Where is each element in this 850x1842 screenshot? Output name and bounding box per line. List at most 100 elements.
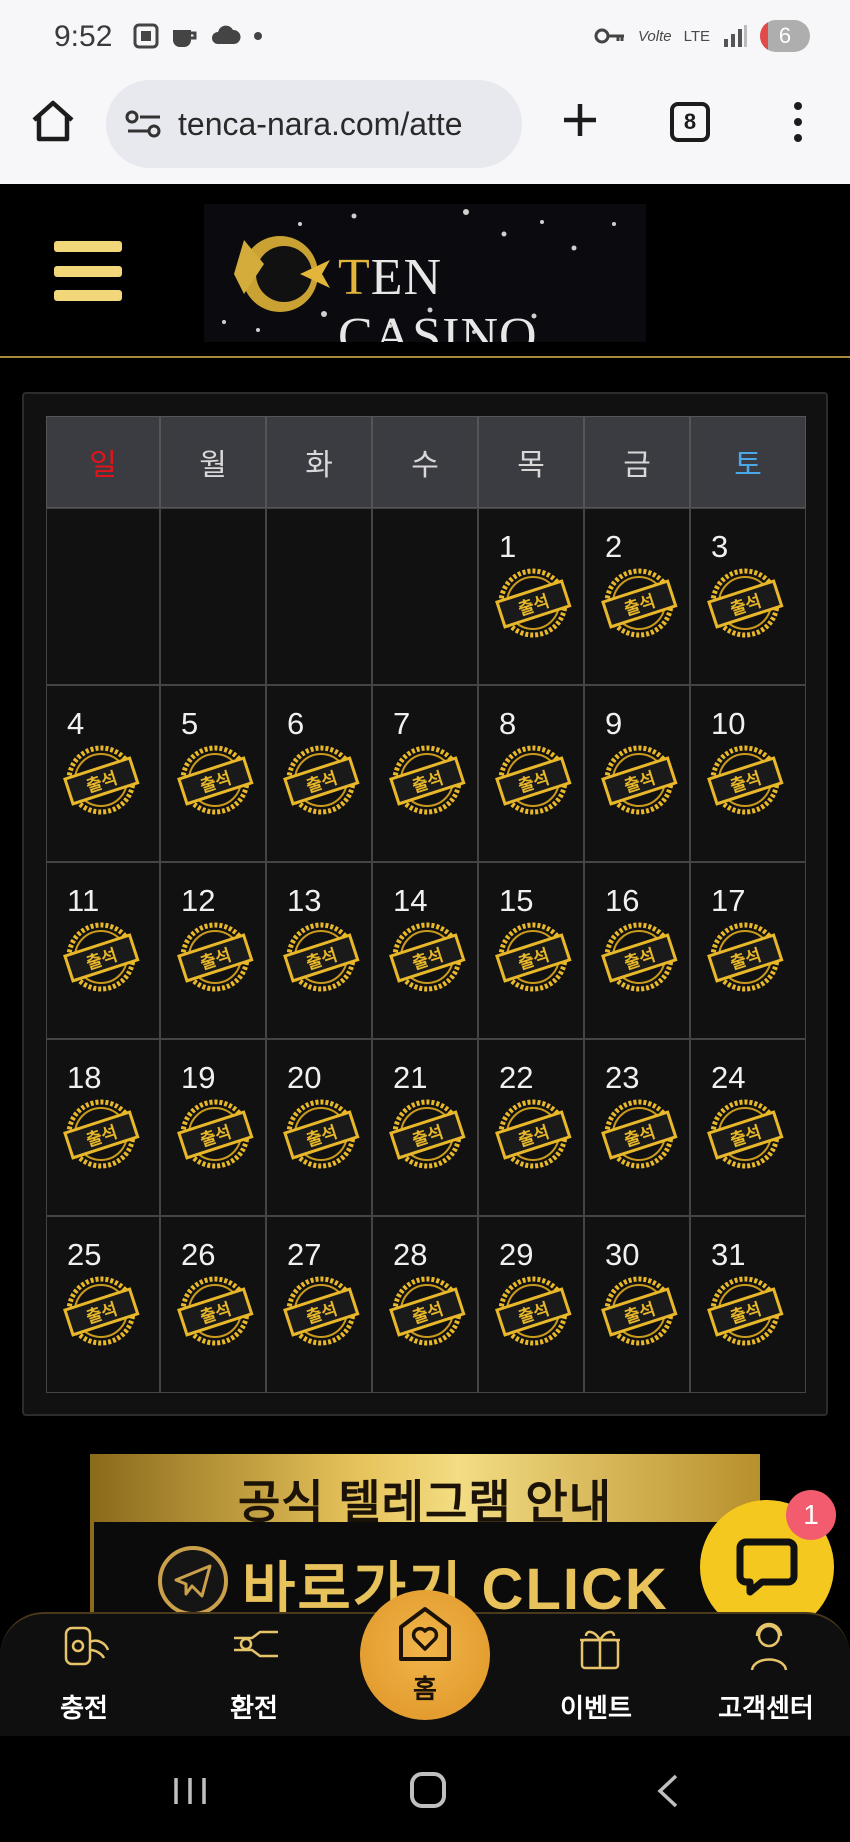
day-number: 31: [711, 1237, 746, 1272]
status-time: 9:52: [54, 20, 113, 53]
calendar-day-27: 27 출석: [266, 1216, 372, 1393]
attendance-stamp-icon: 출석: [599, 1094, 679, 1174]
calendar-day-19: 19 출석: [160, 1039, 266, 1216]
attendance-stamp-icon: 출석: [61, 1271, 141, 1351]
attendance-stamp-icon: 출석: [599, 563, 679, 643]
address-bar[interactable]: tenca-nara.com/atte: [106, 80, 522, 168]
gift-icon: [580, 1630, 620, 1670]
calendar-day-1: 1 출석: [478, 508, 584, 685]
attendance-stamp-icon: 출석: [175, 1094, 255, 1174]
calendar-day-25: 25 출석: [46, 1216, 160, 1393]
screenshot-icon: [133, 23, 159, 49]
system-home-icon[interactable]: [410, 1772, 446, 1808]
calendar-day-16: 16 출석: [584, 862, 690, 1039]
calendar-day-13: 13 출석: [266, 862, 372, 1039]
day-number: 9: [605, 706, 623, 741]
attendance-stamp-icon: 출석: [387, 740, 467, 820]
status-bar: 9:52 Volte LTE 6: [0, 0, 850, 72]
more-menu-icon[interactable]: [782, 98, 814, 146]
nav-event[interactable]: 이벤트: [526, 1614, 666, 1738]
lte-indicator: LTE: [683, 27, 710, 45]
weekday-header-1: 월: [160, 416, 266, 508]
nav-event-label: 이벤트: [560, 1693, 632, 1723]
calendar-week-row: 11 출석 12 출석 13 출석 14 출석 15 출석 16 출석 17 출…: [46, 862, 806, 1039]
day-number: 1: [499, 529, 517, 564]
support-agent-icon: [750, 1622, 788, 1671]
calendar-body: 1 출석 2 출석 3 출석 4 출석 5 출석 6 출석 7 출석 8 출석 …: [46, 508, 806, 1393]
exchange-icon: [234, 1630, 278, 1658]
attendance-stamp-icon: 출석: [493, 1271, 573, 1351]
system-back-icon[interactable]: [652, 1772, 682, 1810]
attendance-stamp-icon: 출석: [175, 740, 255, 820]
day-number: 14: [393, 883, 428, 918]
day-number: 25: [67, 1237, 102, 1272]
nav-charge-label: 충전: [60, 1693, 108, 1723]
calendar-week-row: 18 출석 19 출석 20 출석 21 출석 22 출석 23 출석 24 출…: [46, 1039, 806, 1216]
day-number: 29: [499, 1237, 534, 1272]
weekday-header-2: 화: [266, 416, 372, 508]
day-number: 17: [711, 883, 746, 918]
tab-switcher-button[interactable]: 8: [670, 102, 710, 142]
calendar-day-17: 17 출석: [690, 862, 806, 1039]
attendance-stamp-icon: 출석: [175, 1271, 255, 1351]
attendance-stamp-icon: 출석: [493, 1094, 573, 1174]
attendance-stamp-icon: 출석: [493, 740, 573, 820]
calendar-day-9: 9 출석: [584, 685, 690, 862]
day-number: 24: [711, 1060, 746, 1095]
calendar-day-8: 8 출석: [478, 685, 584, 862]
nav-home-label: 홈: [413, 1673, 437, 1704]
attendance-stamp-icon: 출석: [705, 917, 785, 997]
nav-exchange-label: 환전: [230, 1693, 278, 1723]
attendance-stamp-icon: 출석: [705, 563, 785, 643]
day-number: 6: [287, 706, 305, 741]
new-tab-icon[interactable]: [556, 96, 604, 144]
day-number: 11: [67, 883, 100, 918]
calendar-empty-cell: [46, 508, 160, 685]
browser-home-icon[interactable]: [28, 96, 78, 146]
ten-casino-logo[interactable]: TEN CASINO: [204, 204, 646, 342]
calendar-week-row: 4 출석 5 출석 6 출석 7 출석 8 출석 9 출석 10 출석: [46, 685, 806, 862]
hamburger-menu-icon[interactable]: [54, 241, 122, 301]
calendar-day-22: 22 출석: [478, 1039, 584, 1216]
day-number: 28: [393, 1237, 428, 1272]
signal-icon: [724, 25, 747, 47]
dot-icon: [254, 32, 262, 40]
system-navigation-bar: [0, 1736, 850, 1842]
attendance-stamp-icon: 출석: [387, 1271, 467, 1351]
day-number: 5: [181, 706, 199, 741]
day-number: 22: [499, 1060, 534, 1095]
day-number: 27: [287, 1237, 322, 1272]
nav-support[interactable]: 고객센터: [696, 1614, 836, 1738]
calendar-day-5: 5 출석: [160, 685, 266, 862]
day-number: 19: [181, 1060, 216, 1095]
volte-indicator: Volte: [637, 27, 672, 45]
calendar-day-31: 31 출석: [690, 1216, 806, 1393]
calendar-empty-cell: [372, 508, 478, 685]
calendar-day-2: 2 출석: [584, 508, 690, 685]
calendar-day-15: 15 출석: [478, 862, 584, 1039]
day-number: 10: [711, 706, 746, 741]
nav-charge[interactable]: 충전: [14, 1614, 154, 1738]
day-number: 15: [499, 883, 534, 918]
day-number: 23: [605, 1060, 640, 1095]
calendar-day-18: 18 출석: [46, 1039, 160, 1216]
day-number: 16: [605, 883, 640, 918]
nav-exchange[interactable]: 환전: [184, 1614, 324, 1738]
attendance-stamp-icon: 출석: [705, 1094, 785, 1174]
calendar-day-23: 23 출석: [584, 1039, 690, 1216]
site-header: TEN CASINO: [0, 184, 850, 358]
day-number: 8: [499, 706, 517, 741]
calendar-day-6: 6 출석: [266, 685, 372, 862]
attendance-stamp-icon: 출석: [281, 1271, 361, 1351]
attendance-stamp-icon: 출석: [281, 1094, 361, 1174]
status-right-icons: Volte LTE 6: [594, 20, 810, 52]
calendar-week-row: 25 출석 26 출석 27 출석 28 출석 29 출석 30 출석 31 출…: [46, 1216, 806, 1393]
calendar-day-12: 12 출석: [160, 862, 266, 1039]
calendar-empty-cell: [266, 508, 372, 685]
calendar-empty-cell: [160, 508, 266, 685]
calendar-day-30: 30 출석: [584, 1216, 690, 1393]
site-settings-icon[interactable]: [124, 108, 164, 140]
weekday-header-6: 토: [690, 416, 806, 508]
recent-apps-icon[interactable]: [172, 1776, 208, 1806]
nav-home-button[interactable]: 홈: [360, 1590, 490, 1720]
